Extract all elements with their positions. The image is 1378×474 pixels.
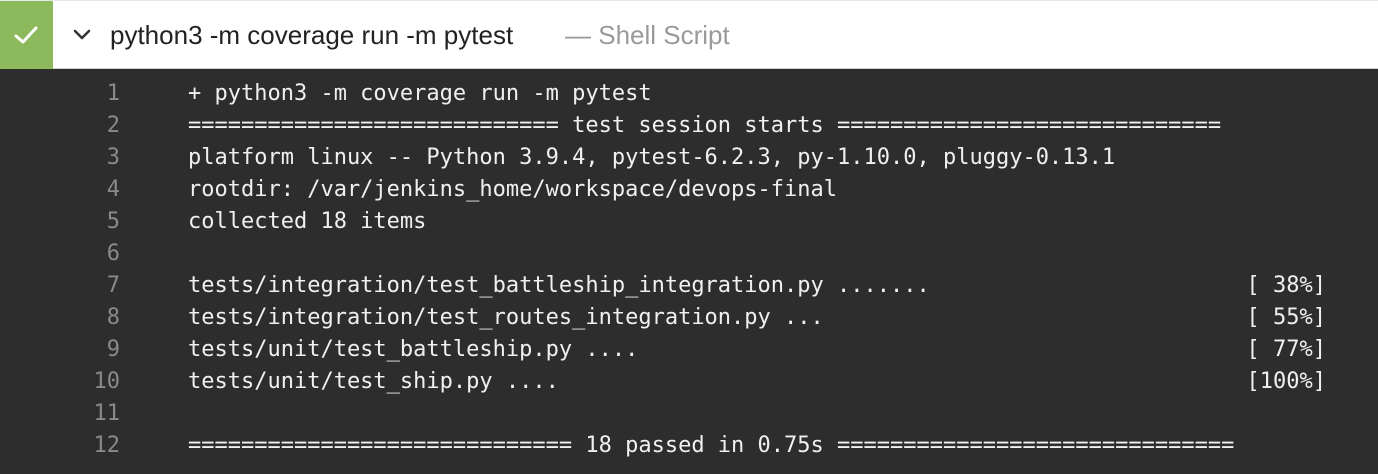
log-line: 8 tests/integration/test_routes_integrati…: [0, 302, 1378, 334]
log-line: 4 rootdir: /var/jenkins_home/workspace/de…: [0, 174, 1378, 206]
log-line: 10 tests/unit/test_ship.py .... [100%]: [0, 366, 1378, 398]
progress-percent: [ 55%]: [1246, 305, 1326, 330]
log-line: 7 tests/integration/test_battleship_integ…: [0, 270, 1378, 302]
step-header[interactable]: python3 -m coverage run -m pytest — Shel…: [0, 0, 1378, 69]
line-number[interactable]: 1: [0, 78, 120, 110]
log-line: 1 + python3 -m coverage run -m pytest: [0, 78, 1378, 110]
log-line: 3 platform linux -- Python 3.9.4, pytest-…: [0, 142, 1378, 174]
log-text: tests/unit/test_ship.py ....: [188, 369, 559, 394]
line-number[interactable]: 2: [0, 110, 120, 142]
log-text: tests/integration/test_routes_integratio…: [188, 305, 824, 330]
log-line: 6: [0, 238, 1378, 270]
chevron-down-icon[interactable]: [72, 28, 92, 42]
line-number[interactable]: 3: [0, 142, 120, 174]
log-text: + python3 -m coverage run -m pytest: [188, 81, 652, 106]
log-line: 5 collected 18 items: [0, 206, 1378, 238]
log-text: collected 18 items: [188, 209, 427, 234]
step-subtitle: — Shell Script: [565, 20, 730, 50]
log-text: tests/unit/test_battleship.py ....: [188, 337, 639, 362]
progress-percent: [100%]: [1246, 369, 1326, 394]
line-number[interactable]: 11: [0, 398, 121, 430]
line-number[interactable]: 4: [0, 174, 120, 206]
progress-percent: [ 38%]: [1246, 273, 1326, 298]
line-number[interactable]: 7: [0, 270, 120, 302]
line-number[interactable]: 12: [0, 430, 121, 462]
progress-percent: [ 77%]: [1246, 337, 1326, 362]
log-text: platform linux -- Python 3.9.4, pytest-6…: [188, 145, 1116, 170]
log-line: 9 tests/unit/test_battleship.py .... [ 77%…: [0, 334, 1378, 366]
status-badge: [0, 1, 53, 69]
log-text: ============================= 18 passed …: [188, 433, 1235, 458]
log-text: ============================ test sessio…: [188, 113, 1222, 138]
line-number[interactable]: 8: [0, 302, 120, 334]
check-icon: [14, 26, 38, 44]
step-title[interactable]: python3 -m coverage run -m pytest: [110, 20, 513, 51]
line-number[interactable]: 9: [0, 334, 120, 366]
log-line: 2 ============================ test sessi…: [0, 110, 1378, 142]
line-number[interactable]: 6: [0, 238, 120, 270]
log-line: 12 ============================= 18 passe…: [0, 430, 1378, 462]
log-text: tests/integration/test_battleship_integr…: [188, 273, 930, 298]
line-number[interactable]: 10: [0, 366, 121, 398]
log-line: 11: [0, 398, 1378, 430]
console-log: 1 + python3 -m coverage run -m pytest 2 ===…: [0, 78, 1378, 462]
log-text: rootdir: /var/jenkins_home/workspace/dev…: [188, 177, 838, 202]
line-number[interactable]: 5: [0, 206, 120, 238]
pipeline-step: python3 -m coverage run -m pytest — Shel…: [0, 0, 1378, 474]
